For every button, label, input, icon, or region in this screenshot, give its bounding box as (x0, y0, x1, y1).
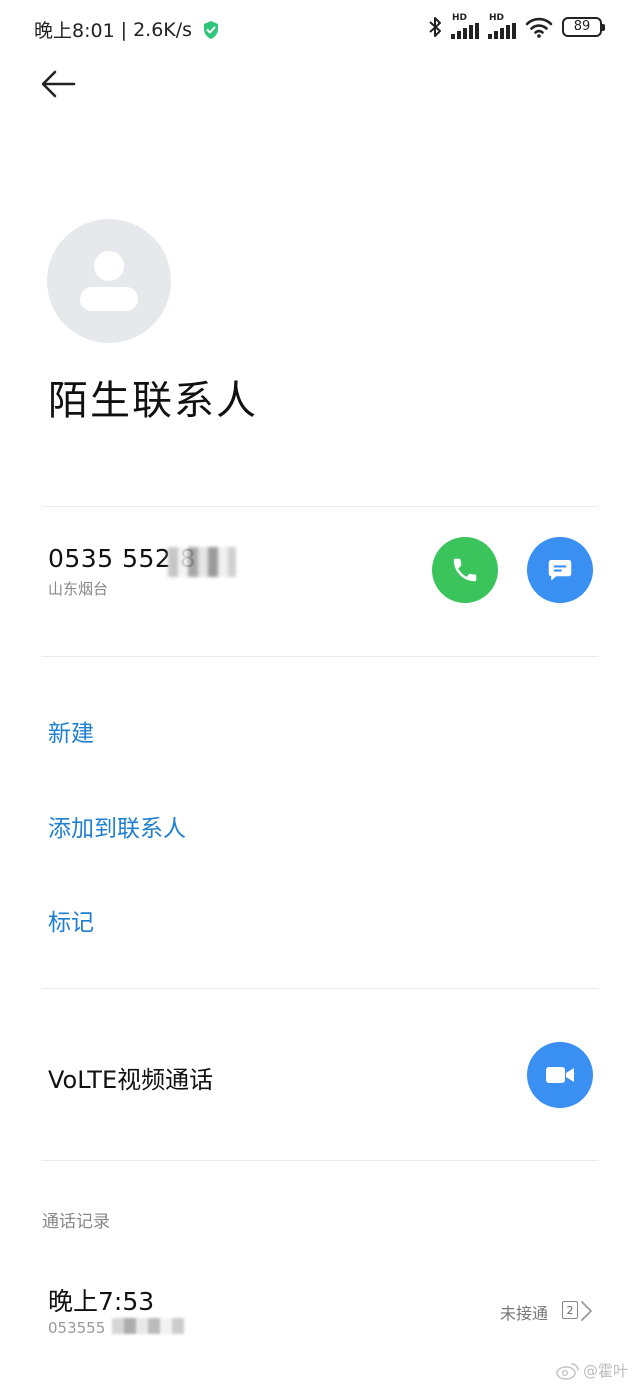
call-log-number: 053555 (48, 1319, 106, 1337)
signal-sim2: HD (488, 14, 516, 39)
call-button[interactable] (432, 537, 498, 603)
battery-icon: 89 (562, 16, 605, 37)
call-log-section-label: 通话记录 (42, 1212, 110, 1232)
bluetooth-icon (429, 16, 441, 37)
battery-level: 89 (573, 19, 591, 34)
wifi-icon (525, 17, 553, 38)
divider (42, 1160, 598, 1161)
avatar (47, 219, 171, 343)
chevron-right-icon[interactable] (578, 1300, 594, 1322)
video-call-button[interactable] (527, 1042, 593, 1108)
signal-sim1: HD (451, 14, 479, 39)
status-time: 晚上8:01 (34, 20, 115, 42)
divider (42, 506, 598, 507)
phone-location: 山东烟台 (48, 580, 109, 598)
phone-icon (453, 558, 477, 582)
status-bar-right: HD HD 89 (428, 14, 605, 39)
redacted-digits (112, 1318, 184, 1334)
hd-badge: HD (489, 13, 505, 23)
message-button[interactable] (527, 537, 593, 603)
call-status: 未接通 (500, 1304, 549, 1323)
network-speed: 2.6K/s (133, 18, 193, 41)
contact-name: 陌生联系人 (48, 378, 258, 424)
weibo-logo-icon (556, 1362, 579, 1380)
status-separator: | (120, 18, 128, 41)
watermark: @霍叶 (556, 1360, 628, 1381)
volte-video-call-label: VoLTE视频通话 (48, 1066, 214, 1094)
hd-badge: HD (452, 13, 468, 23)
call-log-time[interactable]: 晚上7:53 (48, 1282, 154, 1318)
divider (42, 988, 598, 989)
mark-button[interactable]: 标记 (48, 903, 94, 937)
message-icon (548, 560, 572, 581)
watermark-text: @霍叶 (583, 1362, 629, 1380)
signal-icon (451, 23, 479, 39)
add-to-contacts-button[interactable]: 添加到联系人 (48, 809, 186, 843)
signal-icon (488, 23, 516, 39)
call-count-badge: 2 (562, 1301, 578, 1319)
redacted-digits (168, 547, 236, 577)
person-icon (80, 251, 138, 311)
arrow-left-icon[interactable] (38, 66, 78, 102)
divider (42, 656, 598, 657)
new-contact-button[interactable]: 新建 (48, 714, 94, 748)
status-bar-left: 晚上8:01 | 2.6K/s (34, 16, 220, 43)
shield-icon (204, 20, 219, 39)
video-camera-icon (546, 1067, 574, 1083)
